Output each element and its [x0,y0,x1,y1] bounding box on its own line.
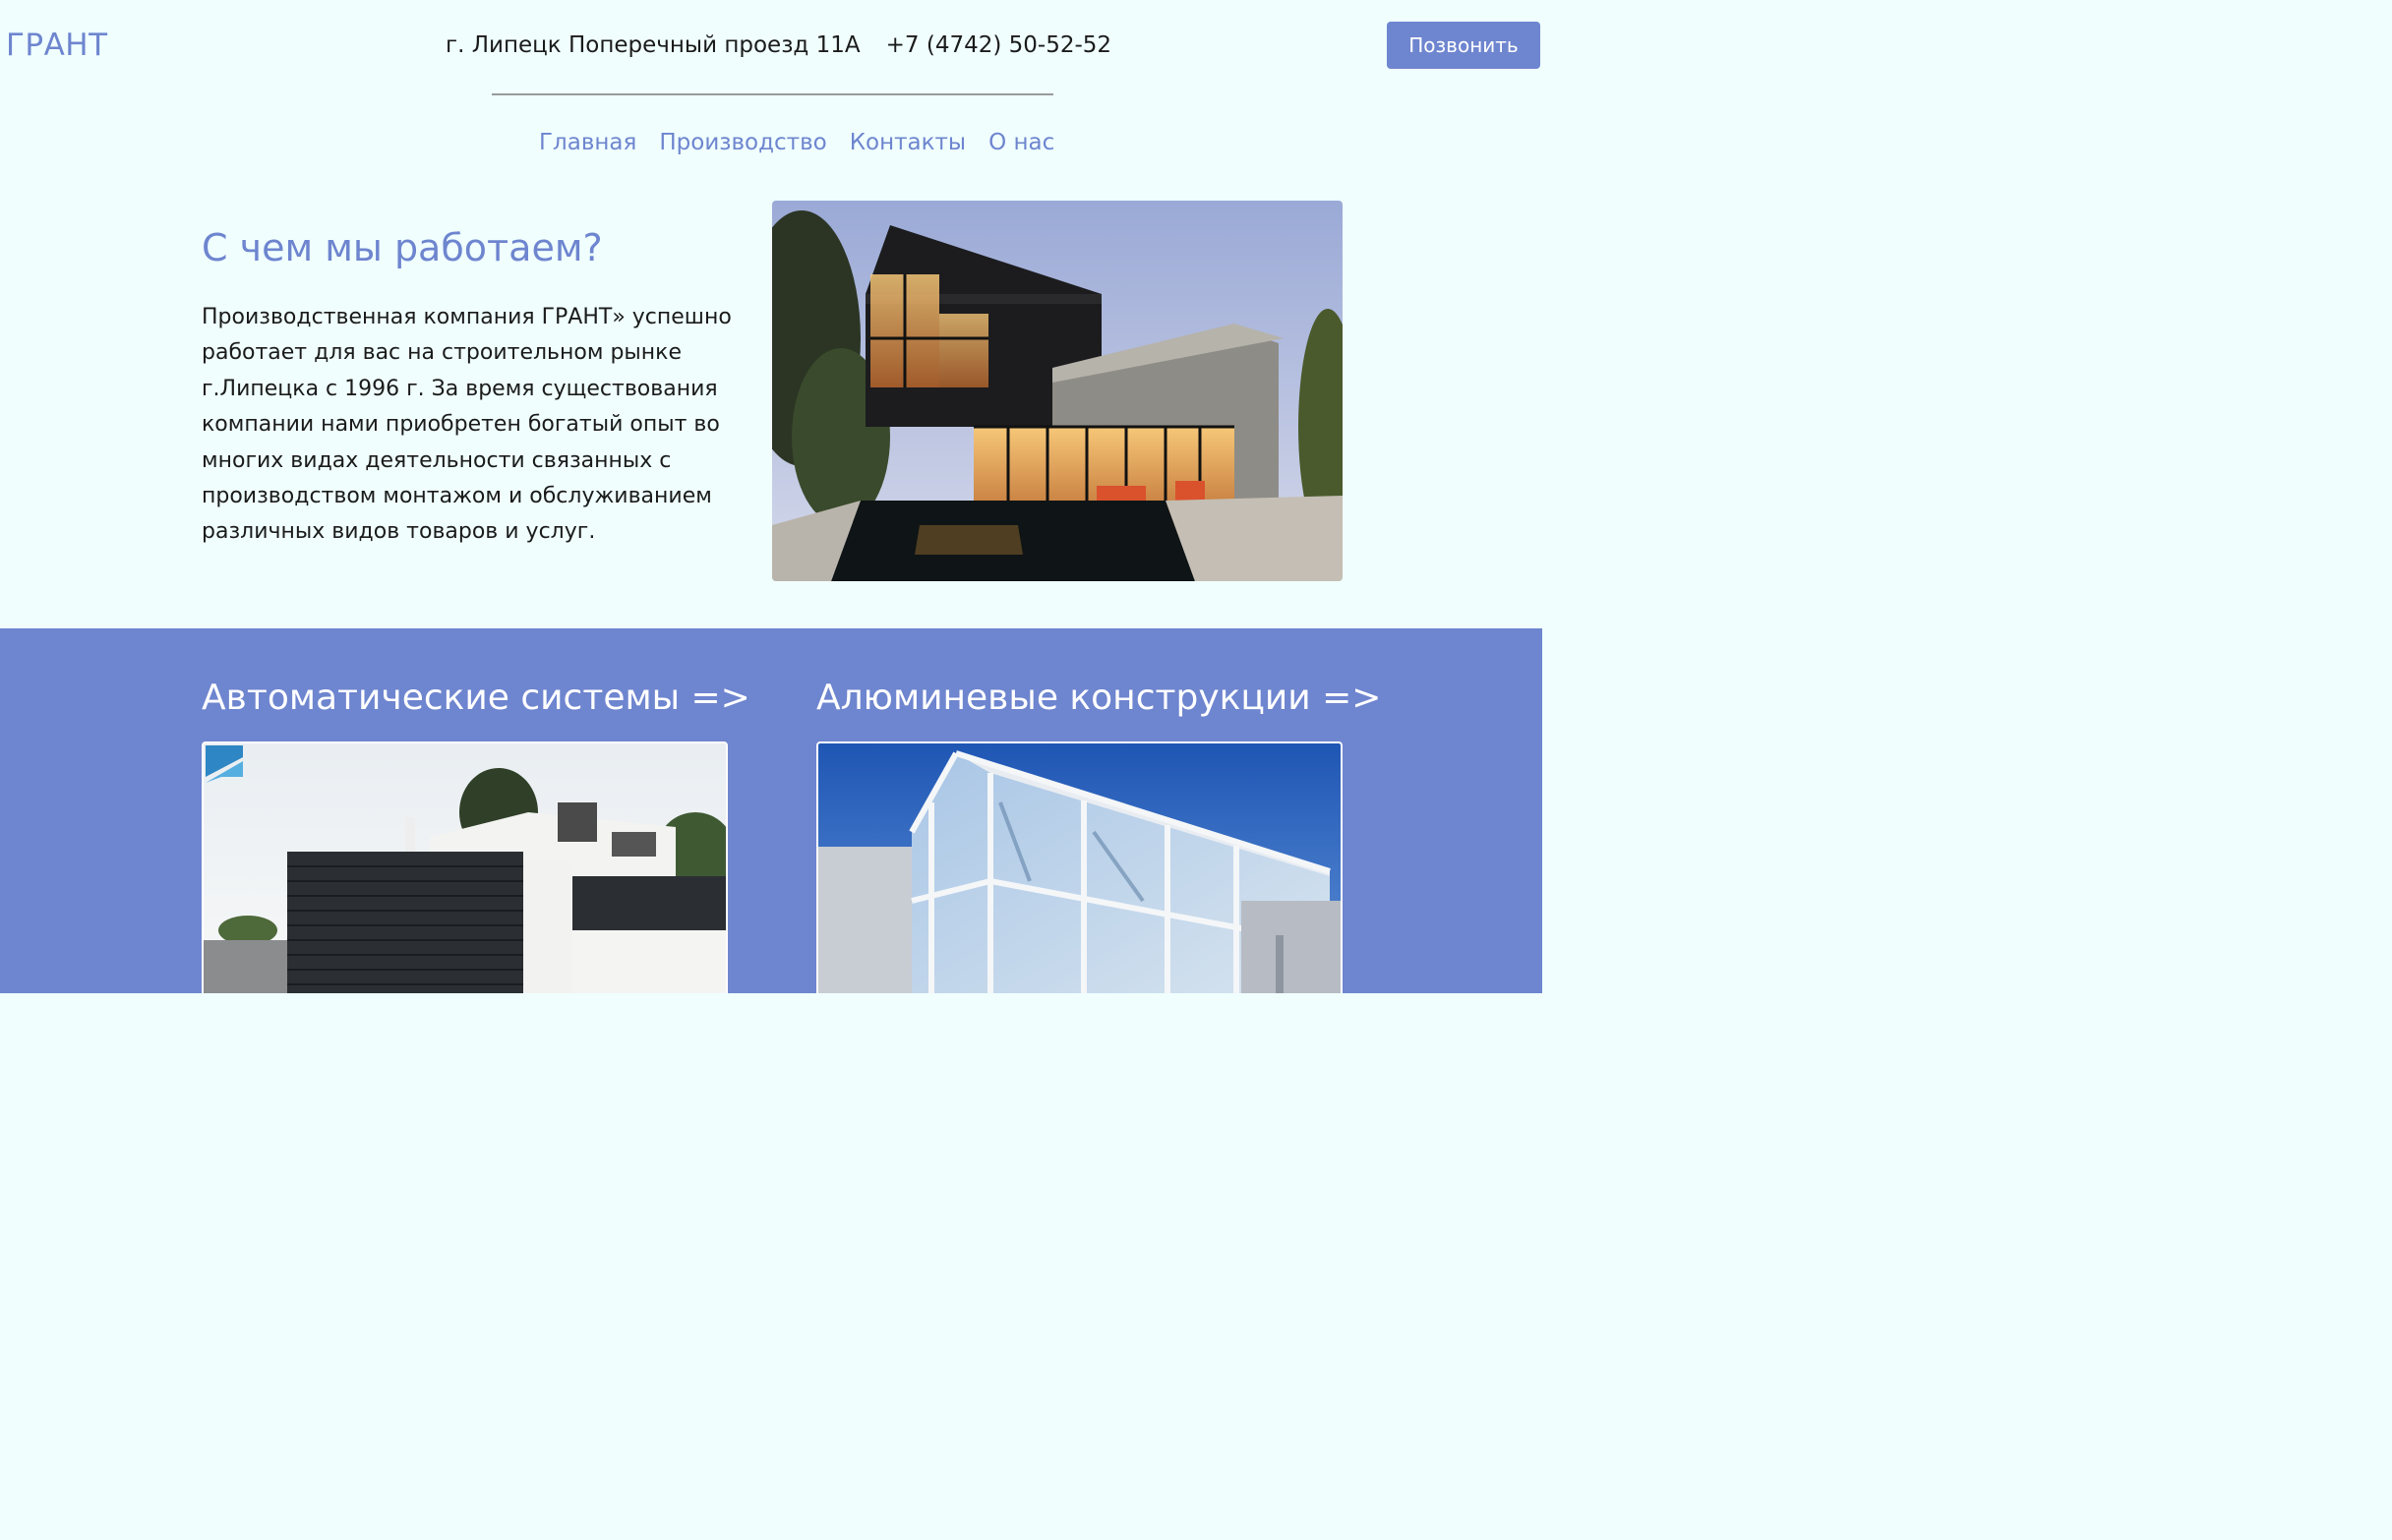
services-band: Автоматические системы => Алюминевые кон… [0,628,1542,993]
call-button[interactable]: Позвонить [1387,22,1540,69]
phone-text[interactable]: +7 (4742) 50-52-52 [886,32,1111,58]
intro-title: С чем мы работаем? [202,226,603,269]
address-text: г. Липецк Поперечный проезд 11А [446,32,861,58]
intro-text-line: Производственная компания ГРАНТ» успешно [202,305,732,329]
intro-text: Производственная компания ГРАНТ» успешно… [202,300,752,551]
service-title-aluminum[interactable]: Алюминевые конструкции => [816,678,1381,718]
main-nav: Главная Производство Контакты О нас [539,130,1054,155]
nav-item-home[interactable]: Главная [539,130,636,155]
service-title-automatic[interactable]: Автоматические системы => [202,678,750,718]
aluminum-structure-illustration [818,743,1341,993]
nav-item-production[interactable]: Производство [659,130,826,155]
modern-house-illustration [772,201,1343,581]
contact-info: г. Липецк Поперечный проезд 11А +7 (4742… [446,32,1111,58]
automatic-gate-image[interactable] [202,741,728,993]
intro-text-line: г.Липецка с 1996 г. За время существован… [202,376,718,401]
header-divider [492,93,1053,95]
aluminum-structure-image[interactable] [816,741,1343,993]
intro-text-line: компании нами приобретен богатый опыт во [202,412,720,438]
intro-text-line: многих видах деятельности связанных с [202,447,672,473]
nav-item-about[interactable]: О нас [988,130,1054,155]
logo[interactable]: ГРАНТ [6,28,108,63]
nav-item-contacts[interactable]: Контакты [850,130,966,155]
page: ГРАНТ г. Липецк Поперечный проезд 11А +7… [0,0,1542,993]
modern-house-image [772,201,1343,581]
automatic-gate-illustration [204,743,726,993]
intro-text-line: различных видов товаров и услуг. [202,519,596,545]
intro-text-line: производством монтажом и обслуживанием [202,484,712,509]
intro-text-line: работает для вас на строительном рынке [202,340,682,366]
